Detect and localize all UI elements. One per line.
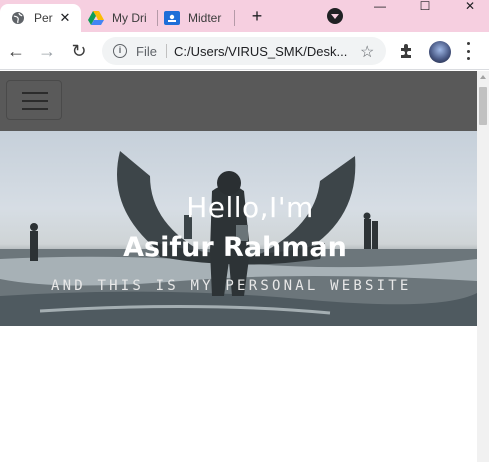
- scroll-up-arrow-icon[interactable]: [480, 75, 486, 79]
- tab-personal-website[interactable]: Per ✕: [0, 4, 81, 32]
- browser-toolbar: ← → ↻ i File C:/Users/VIRUS_SMK/Desk... …: [0, 32, 489, 70]
- omnibox-divider: [166, 44, 167, 58]
- forward-arrow-icon[interactable]: →: [37, 41, 57, 61]
- hero-greeting: Hello,I'm: [186, 191, 314, 224]
- tab-divider: [157, 10, 158, 26]
- reload-icon[interactable]: ↻: [69, 41, 89, 61]
- hero-tagline: AND THIS IS MY PERSONAL WEBSITE: [51, 278, 412, 294]
- info-icon[interactable]: i: [113, 44, 127, 58]
- google-drive-icon: [88, 10, 104, 26]
- tab-title: Per: [34, 11, 53, 25]
- profile-avatar[interactable]: [429, 41, 451, 63]
- browser-menu-icon[interactable]: [465, 42, 471, 60]
- tab-title: Midter: [188, 11, 222, 25]
- tab-strip: Per ✕ My Dri Midter + — ☐ ✕: [0, 0, 489, 32]
- tab-google-drive[interactable]: My Dri: [88, 4, 156, 32]
- tab-title: My Dri: [112, 11, 147, 25]
- bookmark-star-icon[interactable]: ☆: [360, 42, 374, 62]
- hero-banner: Hello,I'm Asifur Rahman AND THIS IS MY P…: [0, 131, 477, 326]
- scheme-label: File: [136, 44, 157, 59]
- maximize-button[interactable]: ☐: [405, 0, 445, 14]
- google-classroom-icon: [164, 10, 180, 26]
- page-scrollbar[interactable]: [477, 71, 489, 462]
- extensions-icon[interactable]: [398, 42, 416, 60]
- tab-google-classroom[interactable]: Midter: [164, 4, 234, 32]
- site-navbar: [0, 71, 477, 131]
- hero-name: Asifur Rahman: [123, 232, 347, 263]
- close-window-button[interactable]: ✕: [450, 0, 489, 14]
- page-viewport: Hello,I'm Asifur Rahman AND THIS IS MY P…: [0, 71, 477, 462]
- minimize-button[interactable]: —: [360, 0, 400, 14]
- tab-divider: [234, 10, 235, 26]
- url-text[interactable]: C:/Users/VIRUS_SMK/Desk...: [174, 44, 360, 59]
- tab-search-icon[interactable]: [327, 8, 343, 24]
- back-arrow-icon[interactable]: ←: [6, 41, 26, 61]
- hamburger-icon[interactable]: [6, 80, 62, 120]
- new-tab-button[interactable]: +: [247, 6, 267, 26]
- scrollbar-thumb[interactable]: [479, 87, 487, 125]
- close-tab-icon[interactable]: ✕: [57, 10, 73, 26]
- address-bar[interactable]: i File C:/Users/VIRUS_SMK/Desk... ☆: [102, 37, 386, 65]
- hero-background-image: [0, 151, 477, 326]
- globe-icon: [10, 10, 26, 26]
